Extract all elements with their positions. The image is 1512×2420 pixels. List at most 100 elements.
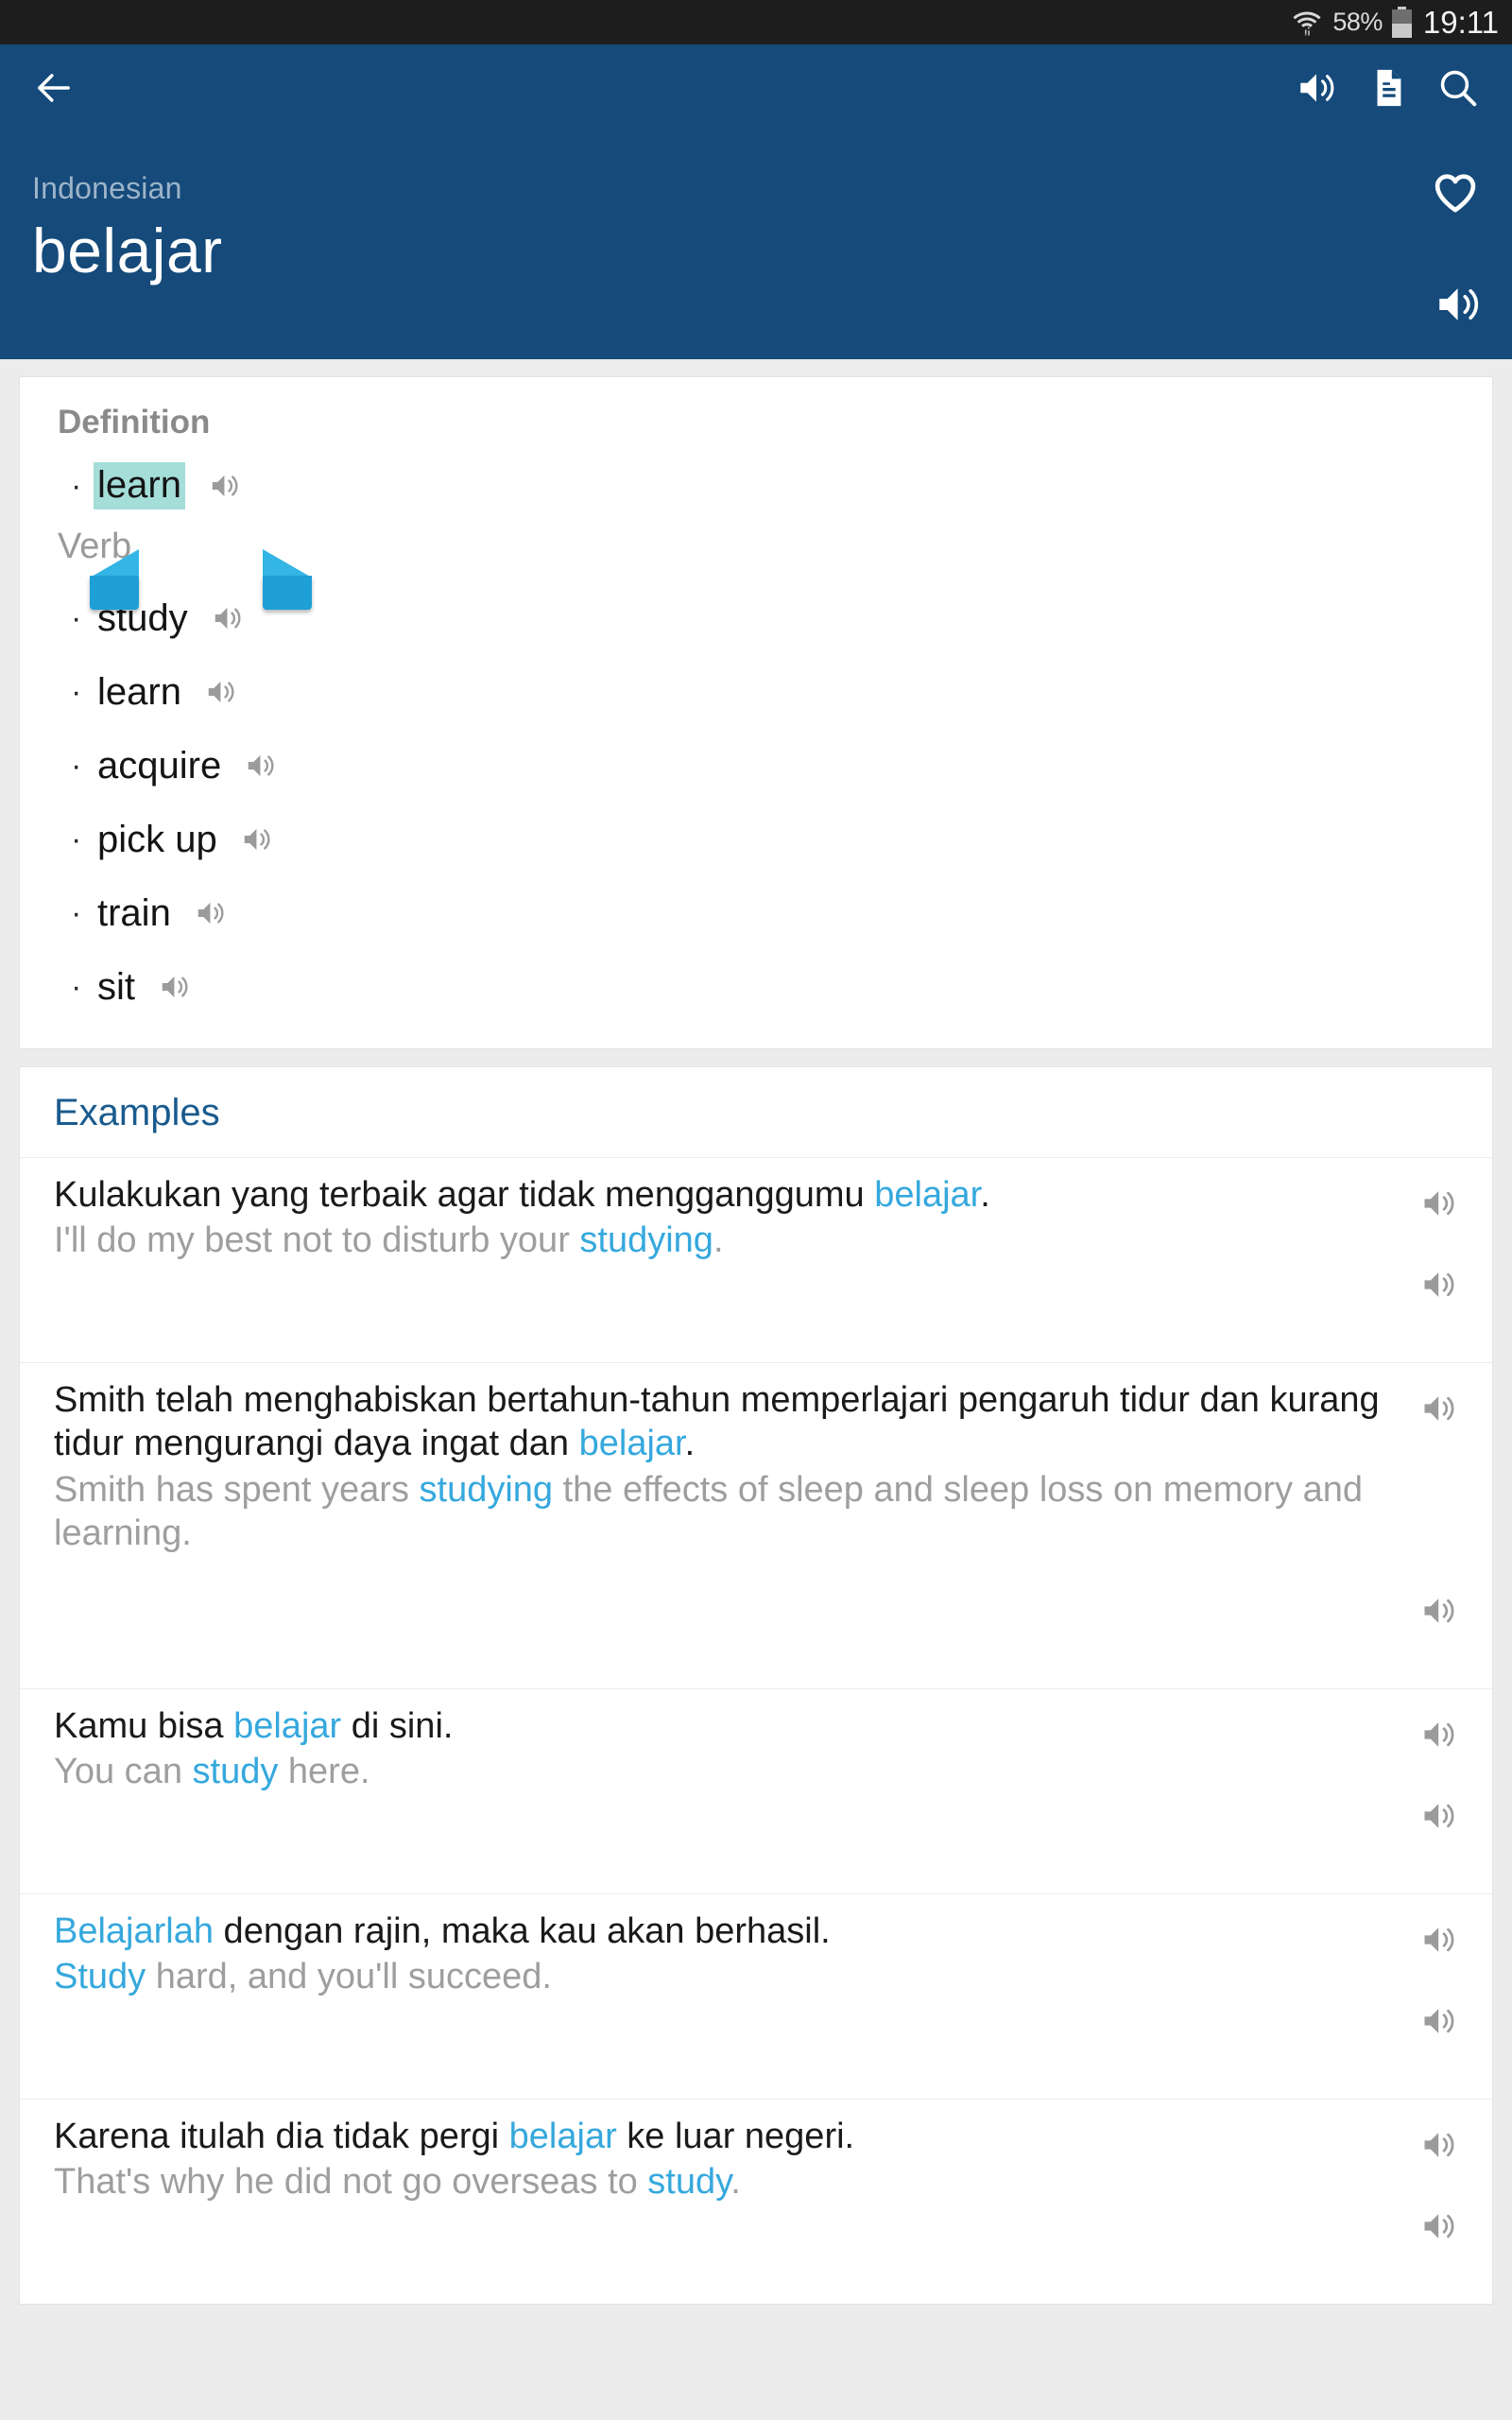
wifi-icon [1291, 8, 1323, 38]
example-target-post: here. [278, 1752, 370, 1792]
speaker-icon[interactable] [1388, 1714, 1492, 1795]
definition-row[interactable]: · acquire [20, 729, 1492, 803]
speaker-icon[interactable] [240, 821, 276, 857]
example-texts: Karena itulah dia tidak pergi belajar ke… [20, 2115, 1388, 2204]
example-target-highlight: Study [54, 1957, 146, 1997]
speaker-icon[interactable] [1388, 1388, 1492, 1469]
examples-title: Examples [20, 1067, 1492, 1158]
speaker-icon[interactable] [244, 748, 280, 784]
definition-row[interactable]: · sit [20, 950, 1492, 1024]
speaker-icon[interactable] [1388, 2205, 1492, 2287]
definition-row[interactable]: · train [20, 876, 1492, 950]
example-source-post: . [980, 1175, 990, 1215]
example-source: Smith telah menghabiskan bertahun-tahun … [54, 1378, 1381, 1466]
pronounce-speaker-icon[interactable] [1433, 277, 1487, 337]
example-source-highlight: belajar [508, 2117, 617, 2156]
definition-card: Definition · learn Verb · study · learn … [19, 376, 1493, 1049]
example-source-pre: Smith telah menghabiskan bertahun-tahun … [54, 1380, 1380, 1464]
speaker-icon[interactable] [208, 468, 244, 504]
example-target-highlight: studying [579, 1220, 713, 1261]
battery-percent: 58% [1332, 8, 1383, 36]
definition-text[interactable]: pick up [97, 820, 217, 859]
example-target: You can study here. [54, 1750, 1381, 1793]
speaker-icon[interactable] [194, 895, 230, 931]
document-icon[interactable] [1353, 53, 1423, 123]
example-speakers [1388, 1910, 1492, 2082]
selected-definition-text[interactable]: learn [94, 462, 185, 510]
example-row[interactable]: Karena itulah dia tidak pergi belajar ke… [20, 2100, 1492, 2304]
status-clock: 19:11 [1422, 4, 1499, 40]
speaker-icon[interactable] [158, 969, 194, 1005]
speaker-icon[interactable] [1388, 1264, 1492, 1345]
selection-handle-left[interactable] [90, 549, 139, 610]
example-target-post: . [713, 1220, 724, 1261]
example-source-post: . [684, 1424, 696, 1464]
example-speakers [1388, 1378, 1492, 1671]
example-source-post: di sini. [341, 1706, 454, 1746]
example-source-highlight: belajar [578, 1424, 685, 1464]
bullet-icon: · [71, 600, 82, 636]
example-texts: Smith telah menghabiskan bertahun-tahun … [20, 1378, 1388, 1555]
example-target: Smith has spent years studying the effec… [54, 1468, 1381, 1556]
example-target-pre: I'll do my best not to disturb your [54, 1220, 580, 1261]
definition-row[interactable]: · learn [20, 655, 1492, 729]
heart-outline-icon[interactable] [1429, 165, 1482, 223]
part-of-speech-label: Verb [20, 515, 1492, 610]
selection-handle-right[interactable] [263, 549, 312, 610]
definition-row[interactable]: · study [20, 581, 1492, 655]
example-target-post: hard, and you'll succeed. [146, 1957, 552, 1997]
example-target-highlight: studying [419, 1469, 554, 1510]
example-source: Karena itulah dia tidak pergi belajar ke… [54, 2115, 1381, 2158]
speaker-icon[interactable] [211, 600, 247, 636]
app-bar [0, 44, 1512, 131]
example-target-pre: Smith has spent years [54, 1469, 420, 1510]
bullet-icon: · [71, 748, 82, 784]
example-target: That's why he did not go overseas to stu… [54, 2160, 1381, 2204]
example-source: Kamu bisa belajar di sini. [54, 1704, 1381, 1748]
example-target-highlight: study [192, 1752, 279, 1792]
word-header: Indonesian belajar [0, 131, 1512, 359]
example-texts: Kulakukan yang terbaik agar tidak mengga… [20, 1173, 1388, 1263]
speaker-icon[interactable] [1388, 1795, 1492, 1876]
example-source-post: ke luar negeri. [616, 2117, 855, 2156]
example-row[interactable]: Kulakukan yang terbaik agar tidak mengga… [20, 1158, 1492, 1363]
example-row[interactable]: Smith telah menghabiskan bertahun-tahun … [20, 1363, 1492, 1689]
example-texts: Belajarlah dengan rajin, maka kau akan b… [20, 1910, 1388, 1999]
example-speakers [1388, 2115, 1492, 2287]
speaker-icon[interactable] [1388, 1590, 1492, 1671]
example-source-highlight: Belajarlah [54, 1911, 214, 1951]
definition-title: Definition [58, 404, 211, 441]
definition-text[interactable]: learn [97, 672, 181, 712]
bullet-icon: · [71, 969, 82, 1005]
back-arrow-icon[interactable] [19, 53, 89, 123]
definition-text[interactable]: train [97, 893, 171, 933]
example-speakers [1388, 1173, 1492, 1345]
example-texts: Kamu bisa belajar di sini. You can study… [20, 1704, 1388, 1794]
example-source-pre: Kulakukan yang terbaik agar tidak mengga… [54, 1175, 875, 1215]
headword: belajar [32, 216, 223, 285]
examples-list: Kulakukan yang terbaik agar tidak mengga… [20, 1158, 1492, 2304]
example-row[interactable]: Belajarlah dengan rajin, maka kau akan b… [20, 1894, 1492, 2100]
definition-row-selected[interactable]: · learn [20, 449, 1492, 523]
search-icon[interactable] [1423, 53, 1493, 123]
status-bar: 58% 19:11 [0, 0, 1512, 44]
definition-row[interactable]: · pick up [20, 803, 1492, 876]
bullet-icon: · [71, 895, 82, 931]
speaker-icon[interactable] [1388, 1919, 1492, 2000]
example-source-highlight: belajar [233, 1706, 342, 1746]
example-target: Study hard, and you'll succeed. [54, 1955, 1381, 1998]
speaker-icon[interactable] [1388, 2124, 1492, 2205]
speaker-icon[interactable] [1388, 2000, 1492, 2082]
speaker-icon[interactable] [204, 674, 240, 710]
speaker-icon[interactable] [1388, 1183, 1492, 1264]
example-target-pre: You can [54, 1752, 193, 1792]
example-row[interactable]: Kamu bisa belajar di sini. You can study… [20, 1689, 1492, 1894]
example-target-pre: That's why he did not go overseas to [54, 2162, 648, 2203]
language-label: Indonesian [32, 171, 182, 205]
example-target-highlight: study [647, 2162, 731, 2203]
example-target-post: . [730, 2162, 741, 2203]
bullet-icon: · [71, 674, 82, 710]
speaker-icon[interactable] [1283, 53, 1353, 123]
definition-text[interactable]: sit [97, 967, 135, 1007]
definition-text[interactable]: acquire [97, 746, 221, 786]
